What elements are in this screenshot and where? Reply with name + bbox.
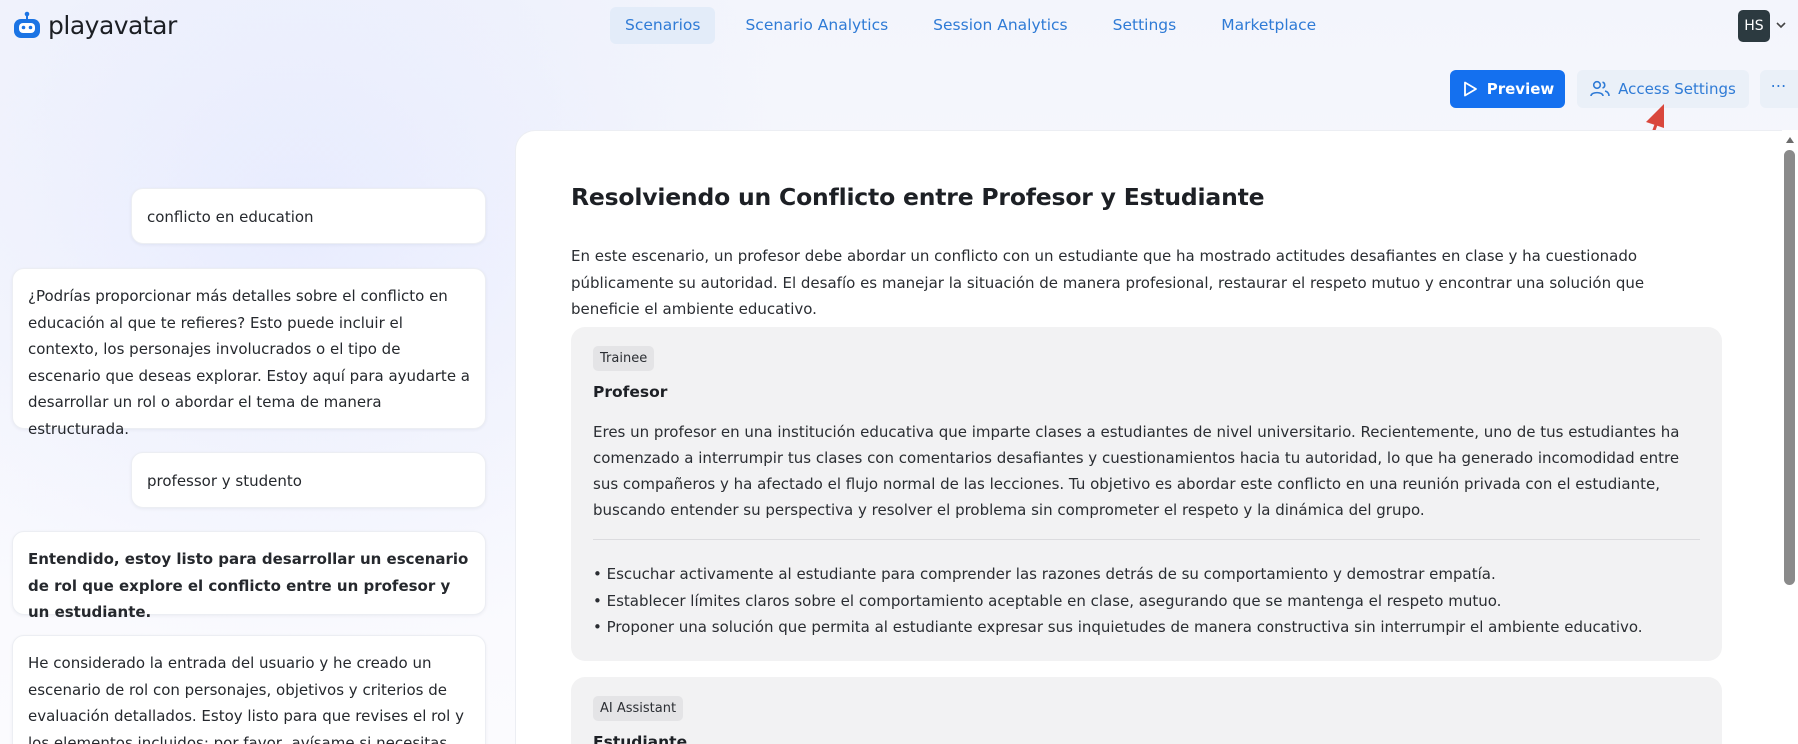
preview-button[interactable]: Preview [1450,70,1565,108]
chevron-down-icon[interactable] [1774,18,1788,32]
objective-item: • Proponer una solución que permita al e… [593,618,1643,636]
nav-scenarios[interactable]: Scenarios [610,7,716,44]
brand-logo[interactable]: playavatar [12,10,177,40]
chat-message-assistant: Entendido, estoy listo para desarrollar … [12,531,486,621]
scroll-up-icon[interactable] [1784,134,1796,146]
play-icon [1463,81,1477,97]
objective-item: • Establecer límites claros sobre el com… [593,591,1502,610]
preview-label: Preview [1486,80,1555,98]
top-bar: playavatar Scenarios Scenario Analytics … [0,0,1798,52]
nav-scenario-analytics[interactable]: Scenario Analytics [730,7,903,44]
nav-settings[interactable]: Settings [1098,7,1192,44]
role-description: Eres un profesor en una institución educ… [593,423,1680,519]
chat-message-assistant: ¿Podrías proporcionar más detalles sobre… [12,268,486,438]
scrollbar-thumb[interactable] [1784,150,1795,585]
role-card-ai-assistant: AI Assistant Estudiante [571,677,1722,744]
users-icon [1590,80,1610,97]
access-settings-button[interactable]: Access Settings [1577,70,1749,108]
main-nav: Scenarios Scenario Analytics Session Ana… [610,7,1346,44]
nav-session-analytics[interactable]: Session Analytics [918,7,1082,44]
scenario-title: Resolviendo un Conflicto entre Profesor … [571,183,1265,211]
user-avatar[interactable]: HS [1738,10,1770,42]
chat-message-user: conflicto en education [131,188,486,244]
robot-face-icon [14,11,40,38]
access-settings-label: Access Settings [1618,80,1736,98]
role-name: Profesor [593,383,668,401]
more-options-button[interactable]: ⋯ [1760,70,1798,108]
role-name: Estudiante [593,733,688,744]
brand-name: playavatar [48,10,177,40]
chat-message-assistant: He considerado la entrada del usuario y … [12,635,486,744]
role-card-trainee: Trainee Profesor Eres un profesor en una… [571,327,1722,661]
objective-item: • Escuchar activamente al estudiante par… [593,565,1496,583]
scenario-description: En este escenario, un profesor debe abor… [571,247,1645,318]
chat-message-user: professor y studento [131,452,486,508]
role-objectives: • Escuchar activamente al estudiante par… [593,561,1698,641]
nav-marketplace[interactable]: Marketplace [1206,7,1331,44]
divider [593,539,1700,540]
role-tag: AI Assistant [593,696,684,721]
role-tag: Trainee [593,346,655,371]
